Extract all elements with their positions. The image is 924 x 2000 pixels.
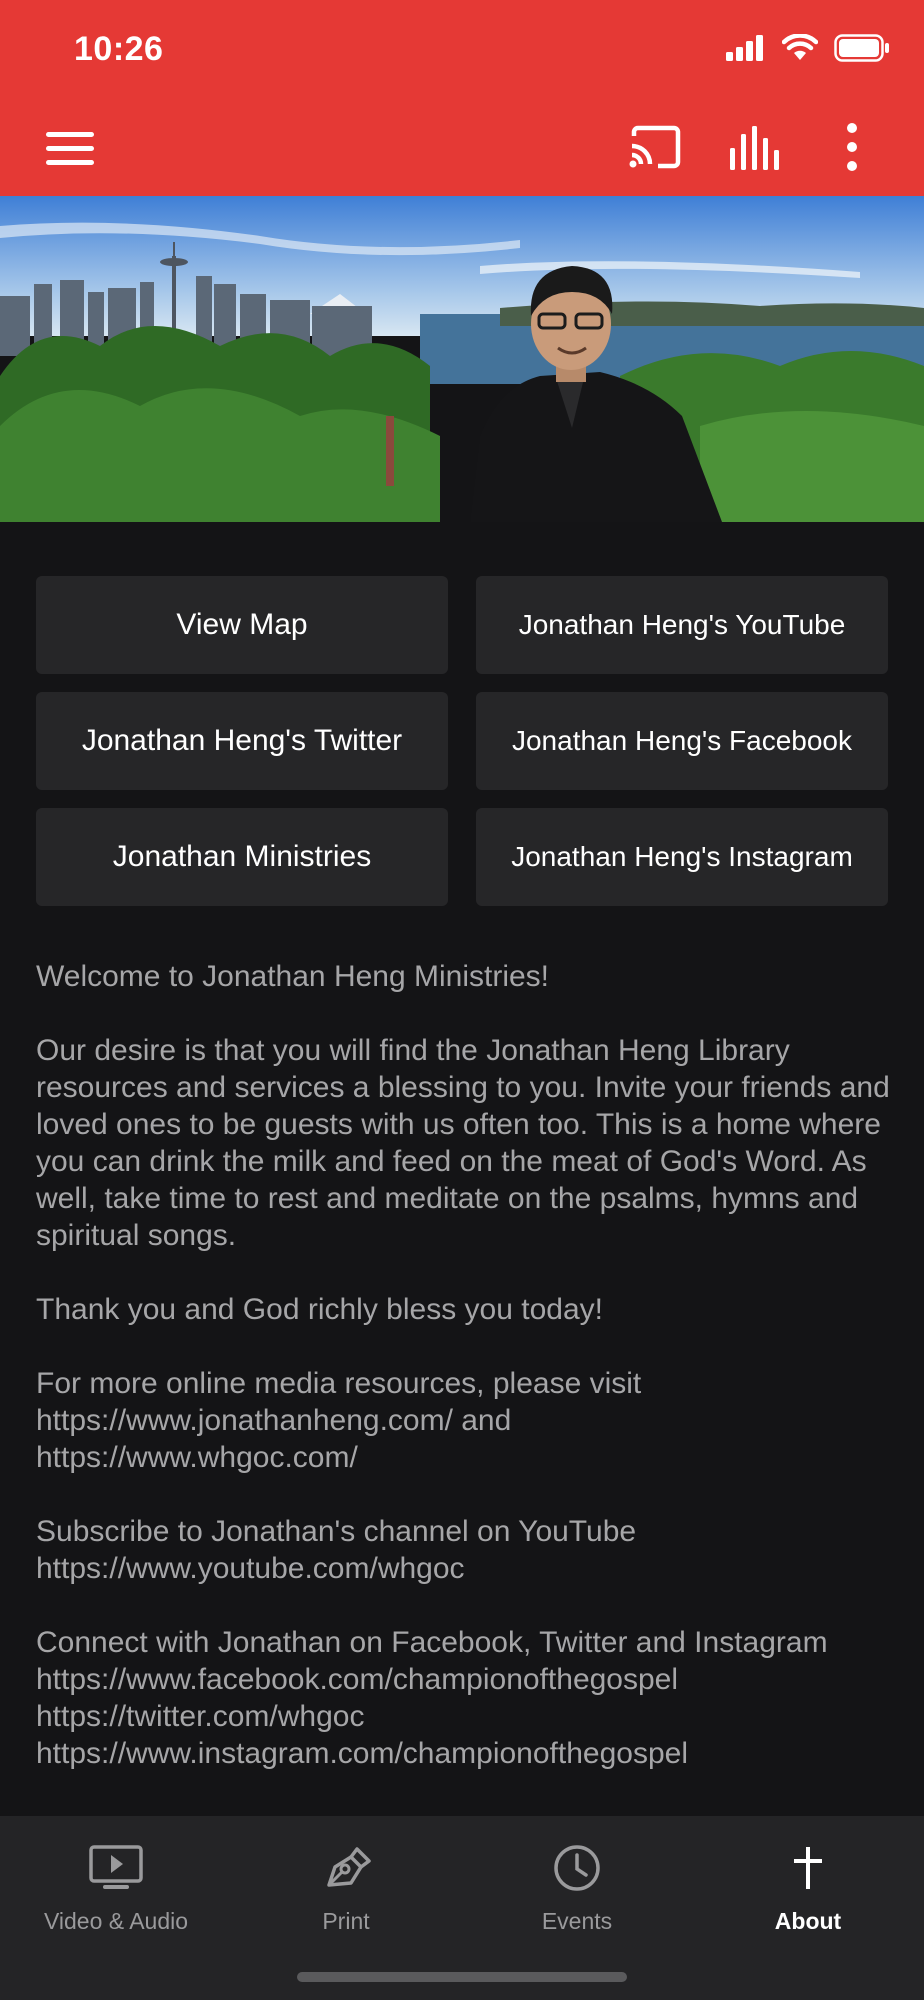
facebook-button[interactable]: Jonathan Heng's Facebook xyxy=(476,692,888,790)
tab-label: Events xyxy=(541,1908,613,1934)
more-vertical-icon[interactable] xyxy=(832,120,872,176)
twitter-button[interactable]: Jonathan Heng's Twitter xyxy=(36,692,448,790)
subscribe-paragraph: Subscribe to Jonathan's channel on YouTu… xyxy=(36,1515,637,1585)
top-app-bar: 10:26 xyxy=(0,0,924,196)
clock-icon xyxy=(554,1845,600,1891)
hamburger-menu-icon[interactable] xyxy=(40,124,100,172)
home-indicator[interactable] xyxy=(297,1972,627,1982)
youtube-button[interactable]: Jonathan Heng's YouTube xyxy=(476,576,888,674)
tab-print[interactable]: Print xyxy=(246,1832,446,1952)
ministries-button[interactable]: Jonathan Ministries xyxy=(36,808,448,906)
resources-paragraph: For more online media resources, please … xyxy=(36,1367,642,1474)
tab-label: Video & Audio xyxy=(43,1908,189,1934)
status-icons xyxy=(726,34,890,62)
cross-icon xyxy=(794,1847,822,1889)
hero-image xyxy=(0,196,924,522)
battery-icon xyxy=(834,34,889,62)
cast-icon[interactable] xyxy=(628,124,684,172)
wifi-icon xyxy=(782,34,818,60)
pen-icon xyxy=(327,1847,371,1887)
signal-icon xyxy=(726,35,763,61)
video-audio-icon xyxy=(89,1845,143,1889)
tab-events[interactable]: Events xyxy=(477,1832,677,1952)
tab-label: About xyxy=(774,1908,842,1934)
tab-label: Print xyxy=(322,1908,370,1934)
about-text: Welcome to Jonathan Heng Ministries! Our… xyxy=(36,958,896,1809)
desire-paragraph: Our desire is that you will find the Jon… xyxy=(36,1034,890,1252)
tab-about[interactable]: About xyxy=(708,1832,908,1952)
instagram-button[interactable]: Jonathan Heng's Instagram xyxy=(476,808,888,906)
status-time: 10:26 xyxy=(74,30,164,68)
view-map-button[interactable]: View Map xyxy=(36,576,448,674)
equalizer-icon[interactable] xyxy=(726,124,784,172)
welcome-paragraph: Welcome to Jonathan Heng Ministries! xyxy=(36,960,550,993)
blessing-paragraph: Thank you and God richly bless you today… xyxy=(36,1293,603,1326)
tab-video-audio[interactable]: Video & Audio xyxy=(16,1832,216,1952)
connect-paragraph: Connect with Jonathan on Facebook, Twitt… xyxy=(36,1626,828,1770)
